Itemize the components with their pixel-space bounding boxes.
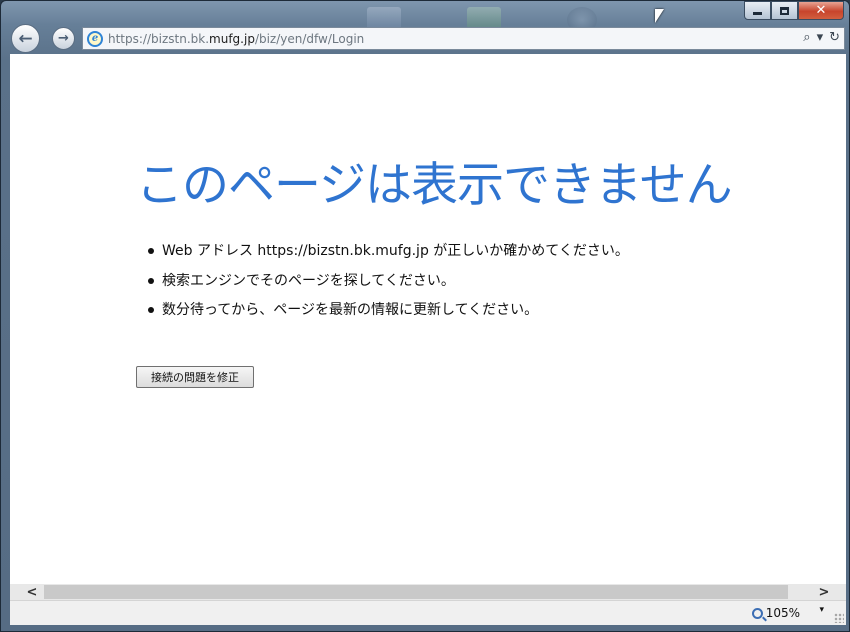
chevron-down-icon[interactable]: ▾: [817, 30, 824, 45]
minimize-button[interactable]: [744, 1, 771, 20]
caption-buttons: ✕: [744, 1, 844, 20]
browser-window: ✕ ← → e https://bizstn.bk.mufg.jp/biz/ye…: [0, 0, 850, 632]
chevron-down-icon[interactable]: ▾: [819, 605, 824, 615]
bullet-icon: [148, 307, 154, 313]
url-text[interactable]: https://bizstn.bk.mufg.jp/biz/yen/dfw/Lo…: [108, 32, 364, 46]
url-host: mufg.jp: [209, 31, 255, 46]
scroll-left-icon[interactable]: <: [22, 584, 42, 600]
zoom-icon: [751, 607, 763, 619]
zoom-control[interactable]: 105%: [751, 606, 800, 620]
search-icon[interactable]: ⌕: [803, 30, 810, 45]
address-bar[interactable]: e https://bizstn.bk.mufg.jp/biz/yen/dfw/…: [82, 27, 845, 50]
navigation-bar: ← → e https://bizstn.bk.mufg.jp/biz/yen/…: [7, 23, 845, 53]
forward-button[interactable]: →: [52, 27, 75, 50]
bullet-icon: [148, 277, 154, 284]
error-title: このページは表示できません: [136, 158, 733, 213]
arrow-left-icon: ←: [18, 28, 33, 49]
resize-grip[interactable]: [834, 613, 844, 623]
fix-connection-button[interactable]: 接続の問題を修正: [136, 366, 254, 388]
back-button[interactable]: ←: [11, 24, 40, 53]
url-path: /biz/yen/dfw/Login: [254, 31, 365, 46]
maximize-button[interactable]: [771, 1, 798, 20]
bullet-icon: [148, 248, 154, 254]
suggestion-text: 検索エンジンでそのページを探してください。: [162, 272, 455, 289]
mouse-cursor-icon: [655, 9, 664, 23]
zoom-level: 105%: [765, 606, 800, 620]
suggestion-text: 数分待ってから、ページを最新の情報に更新してください。: [162, 302, 539, 318]
suggestion-text: Web アドレス https://bizstn.bk.mufg.jp が正しいか…: [162, 243, 629, 259]
refresh-icon[interactable]: ↻: [829, 30, 840, 45]
scroll-right-icon[interactable]: >: [814, 584, 834, 600]
minimize-icon: [753, 12, 762, 15]
maximize-icon: [780, 6, 789, 15]
ie-page-icon: e: [87, 30, 103, 47]
list-item: 検索エンジンでそのページを探してください。: [148, 271, 629, 301]
close-button[interactable]: ✕: [798, 1, 844, 20]
arrow-right-icon: →: [58, 31, 69, 46]
status-bar: 105% ▾: [10, 600, 846, 625]
scrollbar-thumb[interactable]: [44, 585, 788, 599]
page-content: このページは表示できません Web アドレス https://bizstn.bk…: [10, 54, 846, 584]
horizontal-scrollbar[interactable]: < >: [10, 584, 846, 600]
title-bar[interactable]: ✕: [1, 1, 849, 33]
suggestion-list: Web アドレス https://bizstn.bk.mufg.jp が正しいか…: [148, 241, 629, 330]
url-prefix: https://bizstn.bk.: [108, 31, 210, 46]
list-item: 数分待ってから、ページを最新の情報に更新してください。: [148, 300, 629, 330]
address-tools: ⌕ ▾ ↻: [803, 30, 840, 45]
list-item: Web アドレス https://bizstn.bk.mufg.jp が正しいか…: [148, 241, 629, 271]
close-icon: ✕: [815, 3, 827, 18]
